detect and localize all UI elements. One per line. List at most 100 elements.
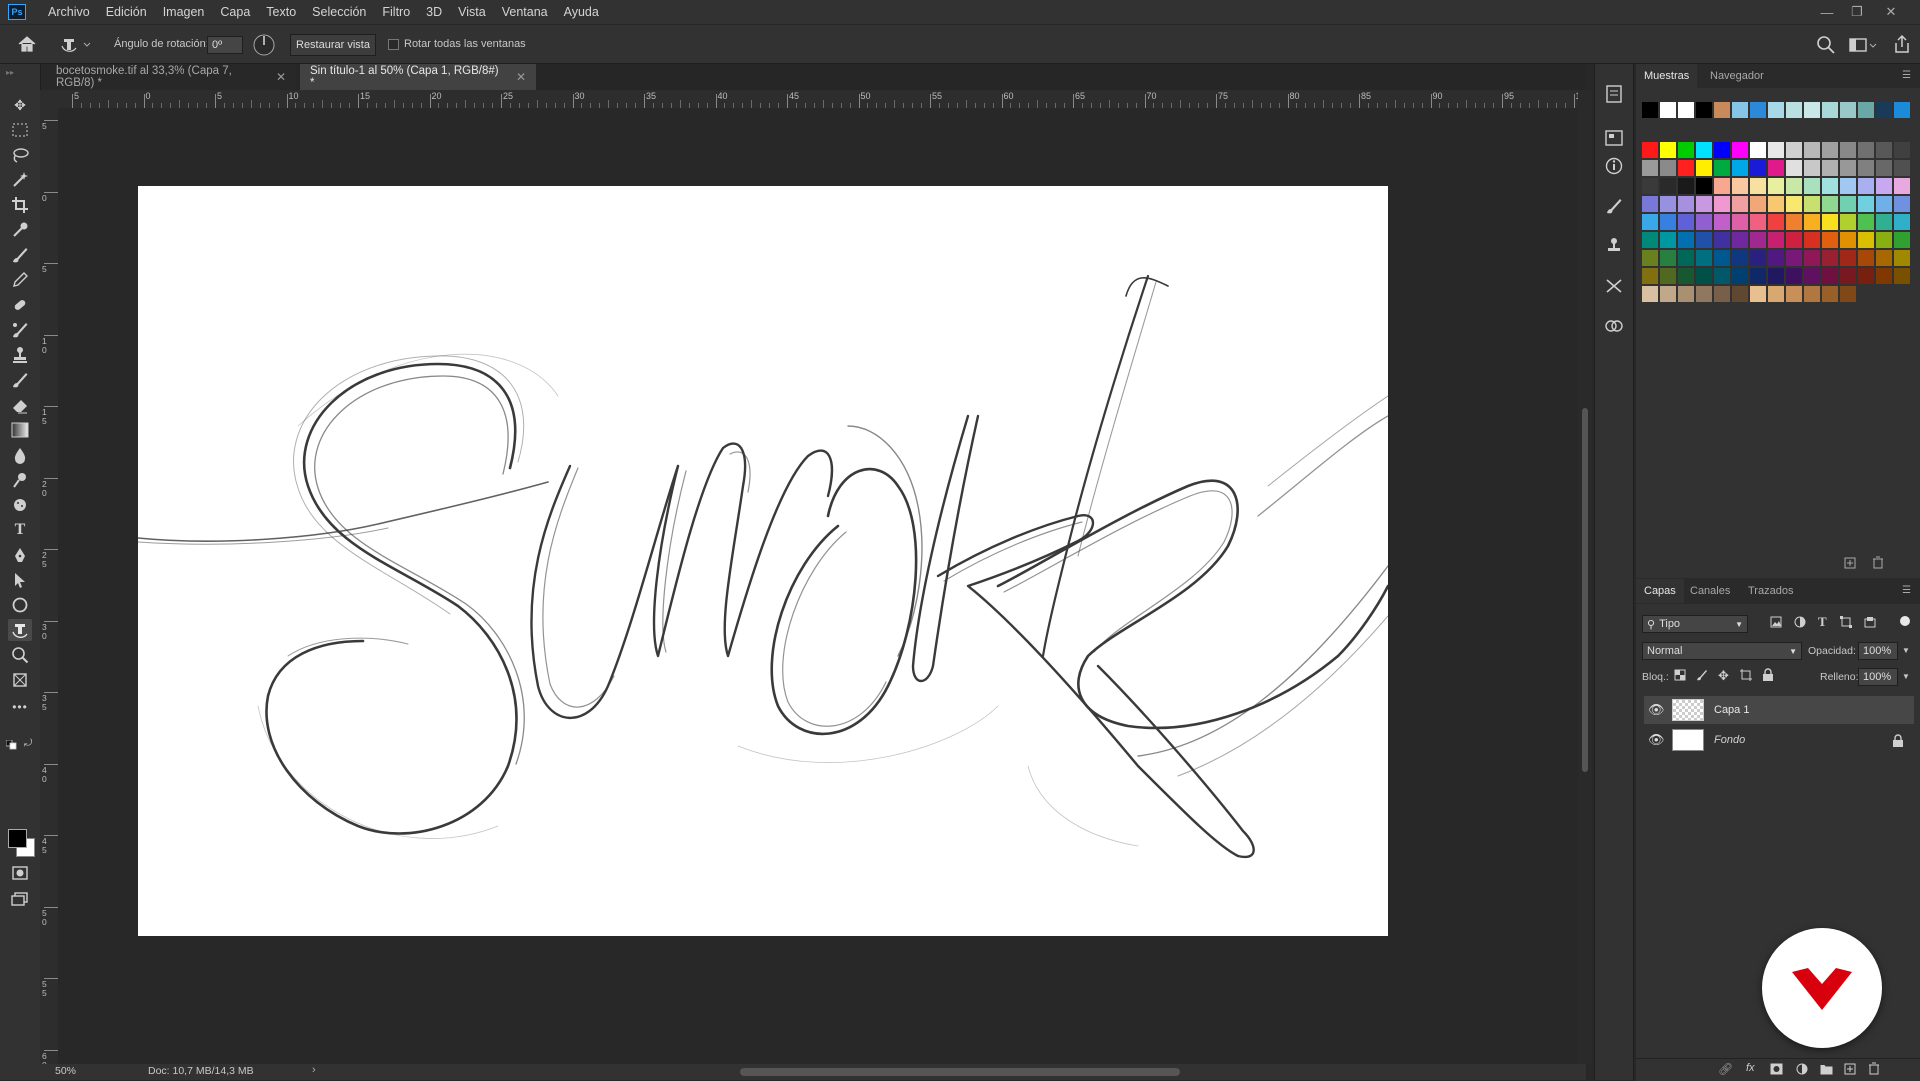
color-swatch[interactable] xyxy=(1840,250,1856,266)
color-swatch[interactable] xyxy=(1714,160,1730,176)
color-swatch[interactable] xyxy=(1840,102,1856,118)
color-swatch[interactable] xyxy=(1786,160,1802,176)
mixer-brush-tool-icon[interactable] xyxy=(8,319,32,341)
color-swatch[interactable] xyxy=(1804,214,1820,230)
color-swatch[interactable] xyxy=(1732,214,1748,230)
color-swatch[interactable] xyxy=(1660,102,1676,118)
eyedropper-tool-icon[interactable] xyxy=(8,219,32,241)
tab-navigator[interactable]: Navegador xyxy=(1702,64,1772,88)
default-colors-icon[interactable] xyxy=(5,739,18,750)
color-swatch[interactable] xyxy=(1714,142,1730,158)
color-swatch[interactable] xyxy=(1696,196,1712,212)
healing-brush-tool-icon[interactable] xyxy=(8,294,32,316)
close-tab-icon[interactable]: ✕ xyxy=(516,70,526,84)
color-swatch[interactable] xyxy=(1750,102,1766,118)
color-swatch[interactable] xyxy=(1642,160,1658,176)
color-swatch[interactable] xyxy=(1732,268,1748,284)
menu-edici-n[interactable]: Edición xyxy=(98,0,155,24)
color-swatch[interactable] xyxy=(1642,142,1658,158)
color-swatch[interactable] xyxy=(1642,102,1658,118)
color-swatch[interactable] xyxy=(1876,232,1892,248)
color-swatch[interactable] xyxy=(1858,214,1874,230)
color-swatch[interactable] xyxy=(1660,268,1676,284)
color-swatch[interactable] xyxy=(1696,178,1712,194)
new-swatch-icon[interactable] xyxy=(1844,557,1856,569)
color-swatch[interactable] xyxy=(1894,232,1910,248)
color-swatch[interactable] xyxy=(1642,214,1658,230)
rotation-angle-input[interactable]: 0º xyxy=(207,36,243,54)
lock-position-icon[interactable]: ✥ xyxy=(1718,668,1729,684)
brush-settings-icon[interactable] xyxy=(1603,196,1625,216)
color-swatch[interactable] xyxy=(1804,178,1820,194)
color-swatch[interactable] xyxy=(1678,214,1694,230)
color-swatch[interactable] xyxy=(1768,196,1784,212)
libraries-icon[interactable] xyxy=(1603,316,1625,336)
color-swatch[interactable] xyxy=(1786,232,1802,248)
fill-input[interactable]: 100% xyxy=(1858,668,1898,686)
tab-paths[interactable]: Trazados xyxy=(1740,579,1801,603)
color-swatch[interactable] xyxy=(1732,178,1748,194)
color-swatch[interactable] xyxy=(1732,286,1748,302)
color-swatch[interactable] xyxy=(1714,250,1730,266)
collapse-arrows-icon[interactable]: ▸▸ xyxy=(6,68,14,77)
color-swatch[interactable] xyxy=(1894,196,1910,212)
menu-texto[interactable]: Texto xyxy=(258,0,304,24)
color-swatch[interactable] xyxy=(1894,250,1910,266)
color-swatch[interactable] xyxy=(1840,196,1856,212)
filter-shape-layer-icon[interactable] xyxy=(1840,616,1852,630)
color-swatch[interactable] xyxy=(1858,102,1874,118)
color-swatch[interactable] xyxy=(1768,286,1784,302)
color-swatch[interactable] xyxy=(1696,214,1712,230)
color-swatch[interactable] xyxy=(1786,102,1802,118)
color-swatch[interactable] xyxy=(1894,214,1910,230)
lock-artboard-icon[interactable] xyxy=(1740,669,1752,681)
color-swatch[interactable] xyxy=(1840,286,1856,302)
color-swatch[interactable] xyxy=(1804,142,1820,158)
color-swatch[interactable] xyxy=(1750,214,1766,230)
color-swatch[interactable] xyxy=(1732,142,1748,158)
color-swatch[interactable] xyxy=(1678,232,1694,248)
color-swatch[interactable] xyxy=(1750,250,1766,266)
rotate-all-windows-checkbox[interactable] xyxy=(388,39,399,50)
workspace-switcher-icon[interactable] xyxy=(1848,35,1878,55)
color-swatch[interactable] xyxy=(1714,214,1730,230)
color-swatch[interactable] xyxy=(1840,214,1856,230)
color-swatch[interactable] xyxy=(1768,178,1784,194)
reset-view-button[interactable]: Restaurar vista xyxy=(290,34,376,56)
color-swatch[interactable] xyxy=(1660,286,1676,302)
filter-pixel-layer-icon[interactable] xyxy=(1770,616,1782,630)
color-swatch[interactable] xyxy=(1750,196,1766,212)
color-swatch[interactable] xyxy=(1660,214,1676,230)
filter-toggle-icon[interactable] xyxy=(1900,616,1910,626)
close-window-icon[interactable]: ✕ xyxy=(1876,0,1906,24)
color-swatch[interactable] xyxy=(1822,214,1838,230)
marquee-tool-icon[interactable] xyxy=(8,119,32,141)
color-swatch[interactable] xyxy=(1822,142,1838,158)
tab-layers[interactable]: Capas xyxy=(1636,579,1684,603)
color-swatch[interactable] xyxy=(1822,196,1838,212)
chevron-down-icon[interactable]: ▼ xyxy=(1902,646,1910,655)
color-swatch[interactable] xyxy=(1714,178,1730,194)
pencil-tool-icon[interactable] xyxy=(8,269,32,291)
menu-imagen[interactable]: Imagen xyxy=(155,0,213,24)
tab-channels[interactable]: Canales xyxy=(1682,579,1738,603)
foreground-color-swatch[interactable] xyxy=(8,829,27,848)
color-swatch[interactable] xyxy=(1678,102,1694,118)
menu-selecci-n[interactable]: Selección xyxy=(304,0,374,24)
tab-sin-titulo-1[interactable]: Sin título-1 al 50% (Capa 1, RGB/8#) * ✕ xyxy=(300,64,536,90)
swap-colors-icon[interactable]: ⤾ xyxy=(24,738,32,749)
menu-filtro[interactable]: Filtro xyxy=(374,0,418,24)
brush-tool-icon[interactable] xyxy=(8,244,32,266)
blur-tool-icon[interactable] xyxy=(8,444,32,466)
pen-tool-icon[interactable] xyxy=(8,544,32,566)
delete-layer-icon[interactable] xyxy=(1868,1062,1880,1075)
color-swatch[interactable] xyxy=(1678,178,1694,194)
properties-panel-icon[interactable] xyxy=(1603,128,1625,148)
color-swatch[interactable] xyxy=(1714,286,1730,302)
color-swatch[interactable] xyxy=(1642,286,1658,302)
color-swatch[interactable] xyxy=(1678,268,1694,284)
color-swatch[interactable] xyxy=(1696,286,1712,302)
color-swatch[interactable] xyxy=(1894,268,1910,284)
color-swatch[interactable] xyxy=(1660,142,1676,158)
zoom-level[interactable]: 50% xyxy=(55,1065,76,1077)
